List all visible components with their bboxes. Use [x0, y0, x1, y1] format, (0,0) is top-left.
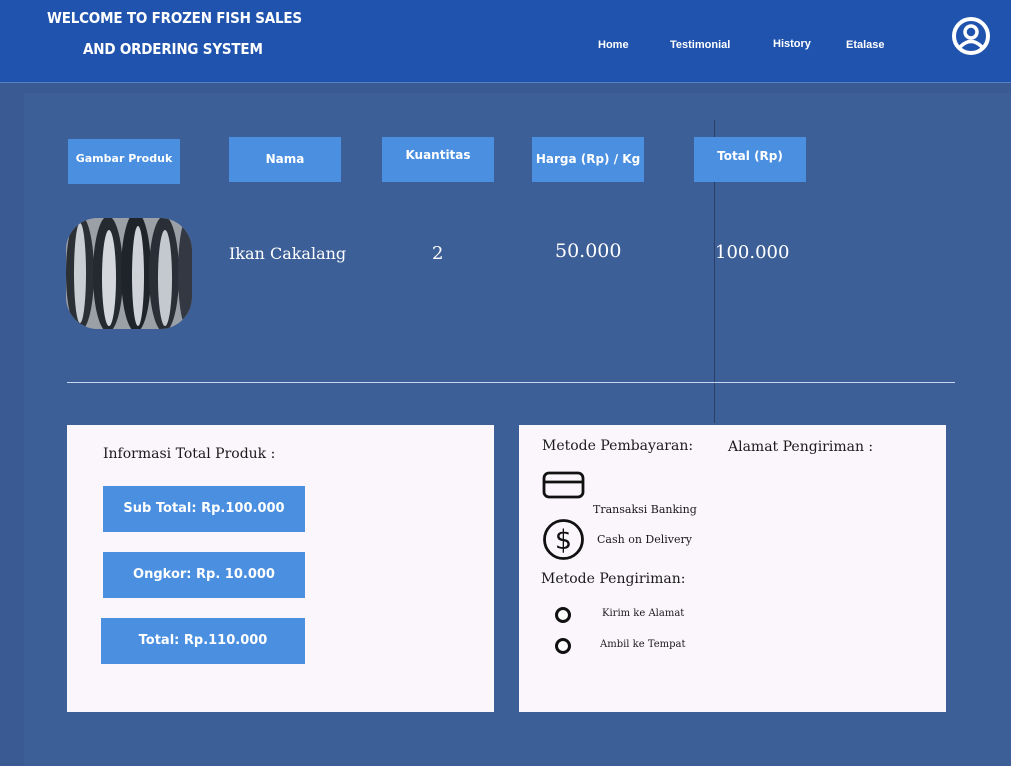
- delivery-heading: Metode Pengiriman:: [541, 571, 686, 587]
- delivery-option-kirim[interactable]: Kirim ke Alamat: [602, 608, 684, 619]
- nav-history[interactable]: History: [773, 38, 811, 50]
- payment-option-banking[interactable]: Transaksi Banking: [593, 503, 697, 516]
- header-kuantitas: Kuantitas: [382, 137, 494, 182]
- user-profile-icon[interactable]: [951, 16, 991, 56]
- app-title-line2: AND ORDERING SYSTEM: [83, 40, 263, 58]
- shipping-cost-button[interactable]: Ongkor: Rp. 10.000: [103, 552, 305, 598]
- delivery-radio-kirim[interactable]: [555, 607, 571, 623]
- nav-etalase[interactable]: Etalase: [846, 39, 885, 51]
- header-nama: Nama: [229, 137, 341, 182]
- header-harga: Harga (Rp) / Kg: [532, 137, 644, 182]
- svg-text:$: $: [555, 525, 572, 556]
- product-image: [66, 218, 192, 329]
- payment-delivery-card: [519, 425, 946, 712]
- header-total: Total (Rp): [694, 137, 806, 182]
- table-divider: [67, 382, 955, 383]
- product-price: 50.000: [555, 240, 622, 262]
- total-button[interactable]: Total: Rp.110.000: [101, 618, 305, 664]
- credit-card-icon[interactable]: [542, 471, 585, 499]
- app-title-line1: WELCOME TO FROZEN FISH SALES: [47, 9, 302, 27]
- delivery-radio-ambil[interactable]: [555, 638, 571, 654]
- nav-testimonial[interactable]: Testimonial: [670, 39, 730, 51]
- delivery-option-ambil[interactable]: Ambil ke Tempat: [600, 639, 686, 650]
- summary-heading: Informasi Total Produk :: [103, 446, 276, 462]
- subtotal-button[interactable]: Sub Total: Rp.100.000: [103, 486, 305, 532]
- payment-heading: Metode Pembayaran:: [542, 438, 694, 454]
- dollar-icon[interactable]: $: [542, 518, 585, 561]
- top-header: WELCOME TO FROZEN FISH SALES AND ORDERIN…: [0, 0, 1011, 83]
- product-quantity: 2: [432, 243, 444, 264]
- header-gambar-produk: Gambar Produk: [68, 139, 180, 184]
- payment-option-cod[interactable]: Cash on Delivery: [597, 533, 692, 546]
- product-name: Ikan Cakalang: [229, 244, 347, 263]
- product-total: 100.000: [715, 242, 790, 263]
- address-heading: Alamat Pengiriman :: [728, 439, 874, 455]
- nav-home[interactable]: Home: [598, 39, 629, 51]
